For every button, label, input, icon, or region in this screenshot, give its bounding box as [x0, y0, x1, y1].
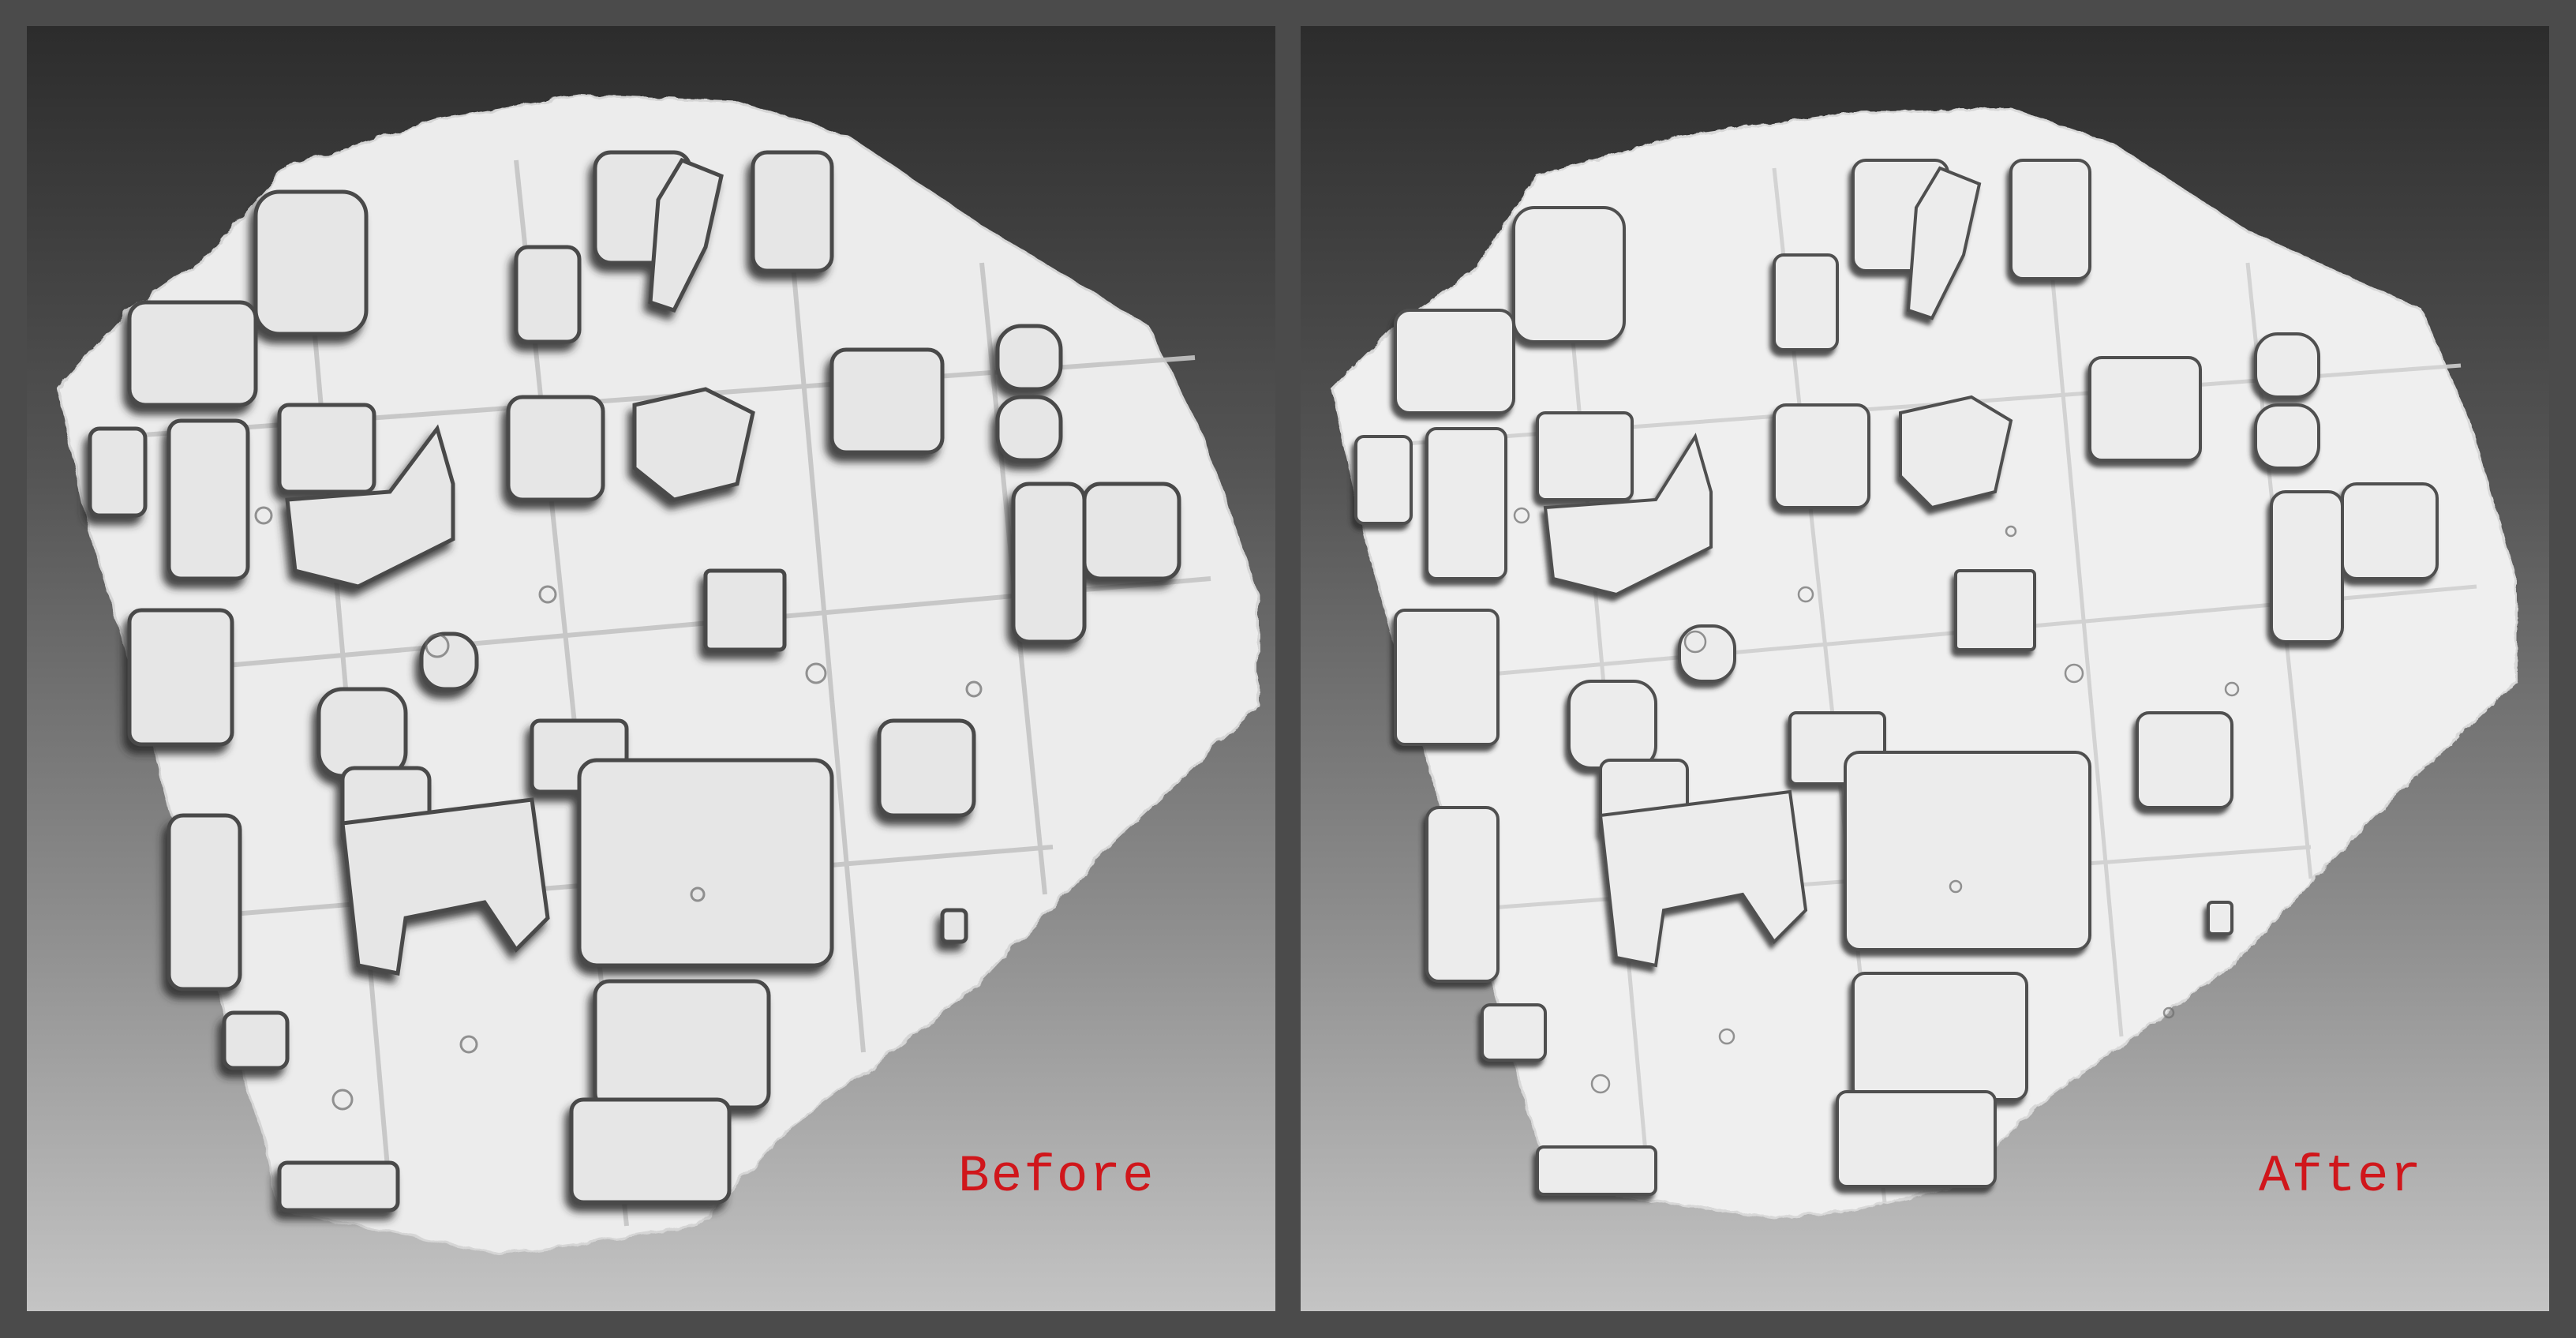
before-mesh-render — [57, 94, 1260, 1256]
before-panel: Before — [27, 26, 1275, 1311]
after-mesh-render — [1331, 107, 2518, 1220]
comparison-frame: Before After — [0, 0, 2576, 1338]
after-label: After — [2259, 1147, 2424, 1206]
after-panel: After — [1301, 26, 2549, 1311]
before-label: Before — [958, 1147, 1155, 1206]
